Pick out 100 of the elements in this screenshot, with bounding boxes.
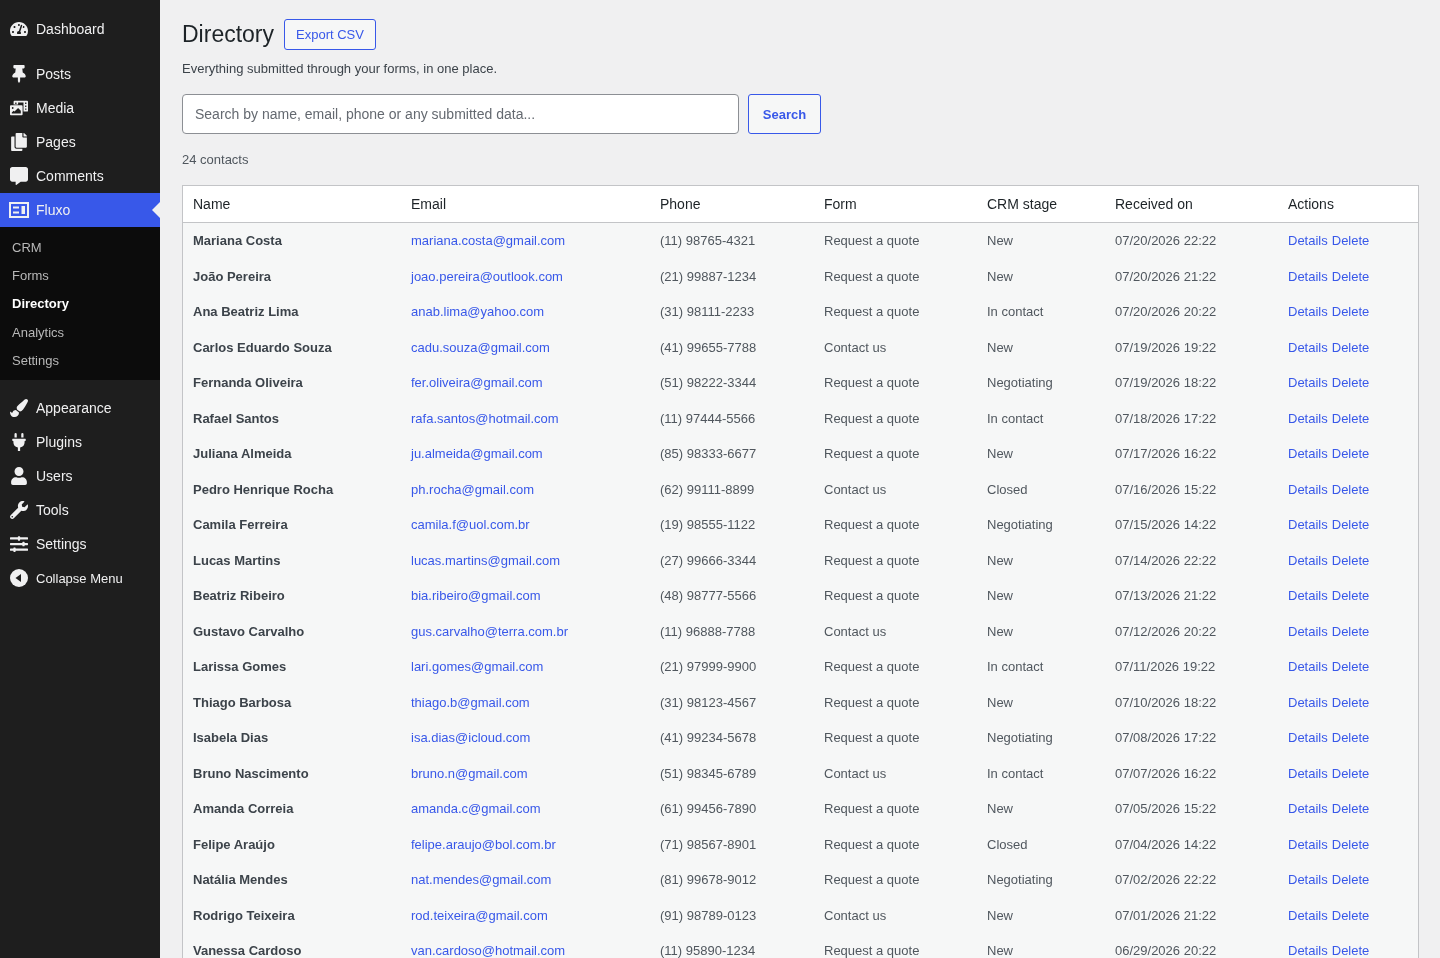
submenu-item[interactable]: CRM	[0, 234, 160, 263]
delete-link[interactable]: Delete	[1331, 337, 1370, 357]
collapse-menu-button[interactable]: Collapse Menu	[0, 561, 160, 595]
email-link[interactable]: van.cardoso@hotmail.com	[411, 943, 566, 958]
details-link[interactable]: Details	[1288, 692, 1328, 712]
delete-link[interactable]: Delete	[1331, 444, 1370, 464]
delete-link[interactable]: Delete	[1331, 373, 1370, 393]
details-link[interactable]: Details	[1288, 621, 1328, 641]
name-cell-text: Larissa Gomes	[192, 658, 288, 676]
email-link[interactable]: bia.ribeiro@gmail.com	[411, 588, 541, 603]
email-link[interactable]: fer.oliveira@gmail.com	[411, 375, 543, 390]
details-link[interactable]: Details	[1288, 266, 1328, 286]
details-link[interactable]: Details	[1288, 408, 1328, 428]
delete-link[interactable]: Delete	[1331, 657, 1370, 677]
menu-item[interactable]: Appearance	[0, 391, 160, 425]
menu-item[interactable]: Settings	[0, 527, 160, 561]
search-button[interactable]: Search	[748, 94, 821, 134]
email-link[interactable]: rafa.santos@hotmail.com	[411, 410, 559, 426]
form-cell-text: Request a quote	[823, 551, 921, 570]
details-link[interactable]: Details	[1288, 302, 1328, 322]
delete-link[interactable]: Delete	[1331, 728, 1370, 748]
menu-item[interactable]: Media	[0, 91, 160, 125]
details-link[interactable]: Details	[1288, 763, 1328, 783]
delete-link[interactable]: Delete	[1331, 763, 1370, 783]
phone-cell-text: (91) 98789-0123	[659, 906, 758, 925]
menu-item[interactable]: Fluxo	[0, 193, 160, 227]
delete-link[interactable]: Delete	[1331, 231, 1370, 251]
details-link[interactable]: Details	[1288, 231, 1328, 251]
email-link[interactable]: bruno.n@gmail.com	[411, 765, 528, 781]
delete-link[interactable]: Delete	[1331, 302, 1370, 322]
delete-link[interactable]: Delete	[1331, 870, 1370, 890]
delete-link[interactable]: Delete	[1331, 408, 1370, 428]
column-header: Received on	[1105, 186, 1278, 223]
details-link[interactable]: Details	[1288, 444, 1328, 464]
menu-item[interactable]: Pages	[0, 125, 160, 159]
submenu-item[interactable]: Directory	[0, 290, 160, 319]
name-cell-text: Vanessa Cardoso	[192, 942, 303, 958]
person-icon	[10, 467, 28, 485]
delete-link[interactable]: Delete	[1331, 834, 1370, 854]
menu-item[interactable]: Posts	[0, 57, 160, 91]
pushpin-icon	[10, 65, 28, 83]
delete-link[interactable]: Delete	[1331, 692, 1370, 712]
email-link[interactable]: gus.carvalho@terra.com.br	[411, 623, 568, 639]
email-link[interactable]: lari.gomes@gmail.com	[411, 659, 544, 674]
email-link[interactable]: amanda.c@gmail.com	[411, 801, 541, 816]
details-link[interactable]: Details	[1288, 834, 1328, 854]
search-field[interactable]: Search by name, email, phone or any submitted data...	[182, 94, 739, 134]
email-link[interactable]: ph.rocha@gmail.com	[411, 481, 535, 497]
email-link[interactable]: nat.mendes@gmail.com	[411, 872, 552, 887]
date-cell-text: 07/07/2026 16:22	[1114, 764, 1218, 783]
details-link[interactable]: Details	[1288, 657, 1328, 677]
details-link[interactable]: Details	[1288, 905, 1328, 925]
menu-item[interactable]: Dashboard	[0, 12, 160, 46]
delete-link[interactable]: Delete	[1331, 905, 1370, 925]
phone-cell-text: (48) 98777-5566	[659, 587, 758, 605]
date-cell-text: 07/14/2026 22:22	[1114, 551, 1218, 570]
delete-link[interactable]: Delete	[1331, 550, 1370, 570]
email-link[interactable]: joao.pereira@outlook.com	[411, 268, 563, 284]
menu-item[interactable]: Tools	[0, 493, 160, 527]
submenu-item[interactable]: Analytics	[0, 318, 160, 347]
details-link[interactable]: Details	[1288, 941, 1328, 958]
details-link[interactable]: Details	[1288, 799, 1328, 819]
email-link[interactable]: isa.dias@icloud.com	[411, 730, 531, 745]
details-link[interactable]: Details	[1288, 479, 1328, 499]
details-link[interactable]: Details	[1288, 728, 1328, 748]
email-link[interactable]: thiago.b@gmail.com	[411, 694, 530, 710]
submenu-item[interactable]: Settings	[0, 346, 160, 375]
details-link[interactable]: Details	[1288, 550, 1328, 570]
stage-cell-text: New	[986, 622, 1014, 641]
email-link[interactable]: felipe.araujo@bol.com.br	[411, 836, 556, 852]
delete-link[interactable]: Delete	[1331, 479, 1370, 499]
email-link[interactable]: lucas.martins@gmail.com	[411, 552, 560, 568]
email-link[interactable]: rod.teixeira@gmail.com	[411, 907, 548, 923]
menu-item[interactable]: Users	[0, 459, 160, 493]
phone-cell-text: (11) 98765-4321	[659, 232, 757, 250]
phone-cell-text: (31) 98111-2233	[659, 303, 756, 321]
submenu-item[interactable]: Forms	[0, 262, 160, 291]
email-link[interactable]: mariana.costa@gmail.com	[411, 233, 566, 248]
email-link[interactable]: cadu.souza@gmail.com	[411, 339, 550, 355]
email-link[interactable]: ju.almeida@gmail.com	[411, 446, 543, 461]
name-cell-text: Natália Mendes	[192, 871, 289, 889]
email-link[interactable]: anab.lima@yahoo.com	[411, 304, 545, 319]
delete-link[interactable]: Delete	[1331, 941, 1370, 958]
menu-item[interactable]: Comments	[0, 159, 160, 193]
export-csv-button[interactable]: Export CSV	[284, 19, 376, 50]
delete-link[interactable]: Delete	[1331, 586, 1370, 606]
details-link[interactable]: Details	[1288, 586, 1328, 606]
delete-link[interactable]: Delete	[1331, 799, 1370, 819]
details-link[interactable]: Details	[1288, 870, 1328, 890]
delete-link[interactable]: Delete	[1331, 515, 1370, 535]
delete-link[interactable]: Delete	[1331, 621, 1370, 641]
delete-link[interactable]: Delete	[1331, 266, 1370, 286]
details-link[interactable]: Details	[1288, 515, 1328, 535]
email-link[interactable]: camila.f@uol.com.br	[411, 517, 530, 532]
details-link[interactable]: Details	[1288, 373, 1328, 393]
phone-cell-text: (51) 98345-6789	[659, 764, 758, 783]
menu-item[interactable]: Plugins	[0, 425, 160, 459]
name-cell-text: João Pereira	[192, 267, 273, 286]
phone-cell-text: (41) 99655-7788	[659, 338, 758, 357]
details-link[interactable]: Details	[1288, 337, 1328, 357]
